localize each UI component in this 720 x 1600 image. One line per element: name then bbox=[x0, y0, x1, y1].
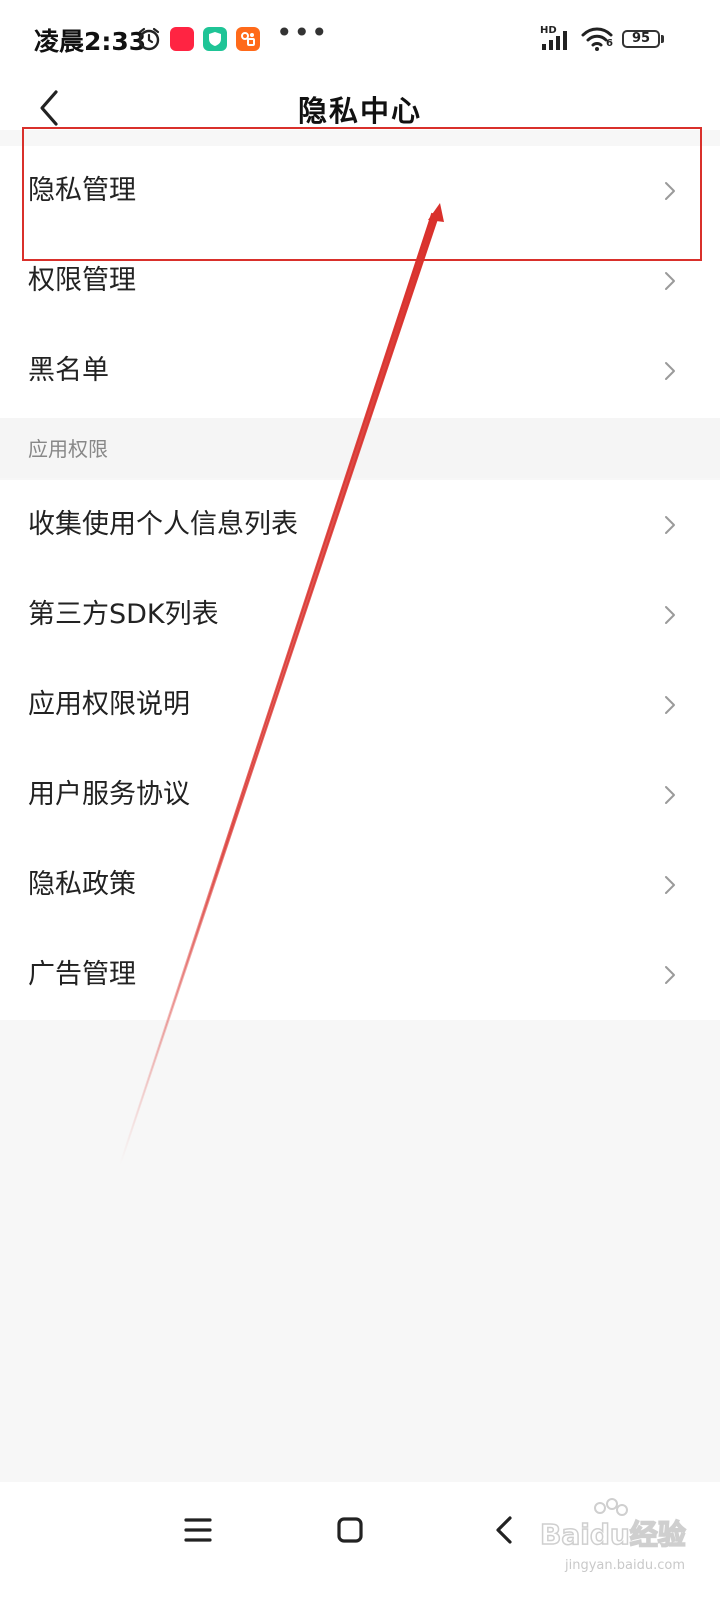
list-item-third-party-sdk[interactable]: 第三方SDK列表 bbox=[0, 570, 720, 660]
chevron-right-icon bbox=[665, 966, 675, 984]
home-button[interactable] bbox=[326, 1506, 374, 1554]
nav-back-button[interactable] bbox=[482, 1506, 530, 1554]
wifi-generation: 6 bbox=[606, 38, 613, 49]
orange-app-icon bbox=[236, 27, 260, 51]
back-icon bbox=[496, 1516, 512, 1544]
chevron-right-icon bbox=[665, 362, 675, 380]
page-title: 隐私中心 bbox=[297, 94, 422, 128]
screen: 凌晨2:33 ••• HD 6 95 隐私中心 隐私管理 权限管理 黑名单 应用… bbox=[0, 0, 720, 1600]
list-item-label: 用户服务协议 bbox=[28, 779, 190, 810]
chevron-right-icon bbox=[665, 516, 675, 534]
list-item-label: 隐私管理 bbox=[28, 175, 136, 206]
orange-glyph-icon bbox=[241, 32, 255, 46]
list-item-label: 广告管理 bbox=[28, 959, 136, 990]
list-item-ad-management[interactable]: 广告管理 bbox=[0, 930, 720, 1020]
list-item-user-agreement[interactable]: 用户服务协议 bbox=[0, 750, 720, 840]
xiaohongshu-app-icon bbox=[170, 27, 194, 51]
battery-icon: 95 bbox=[622, 30, 660, 48]
chevron-right-icon bbox=[665, 182, 675, 200]
list-item-label: 黑名单 bbox=[28, 355, 109, 386]
shield-app-icon bbox=[203, 27, 227, 51]
list-item-blacklist[interactable]: 黑名单 bbox=[0, 326, 720, 416]
list-item-label: 应用权限说明 bbox=[28, 689, 190, 720]
menu-icon bbox=[184, 1518, 212, 1542]
title-bar: 隐私中心 bbox=[0, 84, 720, 130]
list-item-label: 收集使用个人信息列表 bbox=[28, 509, 298, 540]
list-item-permission-management[interactable]: 权限管理 bbox=[0, 236, 720, 326]
list-item-label: 隐私政策 bbox=[28, 869, 136, 900]
status-time: 凌晨2:33 bbox=[34, 27, 147, 56]
alarm-icon bbox=[138, 27, 160, 51]
more-icon: ••• bbox=[276, 16, 329, 49]
chevron-right-icon bbox=[665, 786, 675, 804]
list-item-privacy-policy[interactable]: 隐私政策 bbox=[0, 840, 720, 930]
chevron-right-icon bbox=[665, 696, 675, 714]
section-header-app-permissions: 应用权限 bbox=[0, 418, 720, 478]
chevron-right-icon bbox=[665, 876, 675, 894]
menu-button[interactable] bbox=[174, 1506, 222, 1554]
list-item-label: 第三方SDK列表 bbox=[28, 599, 219, 630]
chevron-right-icon bbox=[665, 272, 675, 290]
list-item-privacy-management[interactable]: 隐私管理 bbox=[0, 146, 720, 236]
section-title: 应用权限 bbox=[28, 437, 108, 461]
home-icon bbox=[337, 1517, 363, 1543]
signal-icon bbox=[542, 31, 567, 50]
chevron-right-icon bbox=[665, 606, 675, 624]
list-item-personal-info-list[interactable]: 收集使用个人信息列表 bbox=[0, 480, 720, 570]
list-item-permission-description[interactable]: 应用权限说明 bbox=[0, 660, 720, 750]
status-bar: 凌晨2:33 ••• HD 6 95 bbox=[0, 0, 720, 84]
shield-glyph-icon bbox=[209, 32, 221, 46]
system-nav-bar bbox=[0, 1482, 720, 1600]
list-group-top: 隐私管理 权限管理 黑名单 bbox=[0, 146, 720, 418]
list-group-app-permissions: 收集使用个人信息列表 第三方SDK列表 应用权限说明 用户服务协议 隐私政策 广… bbox=[0, 480, 720, 1020]
battery-tip bbox=[661, 35, 664, 43]
list-item-label: 权限管理 bbox=[28, 265, 136, 296]
